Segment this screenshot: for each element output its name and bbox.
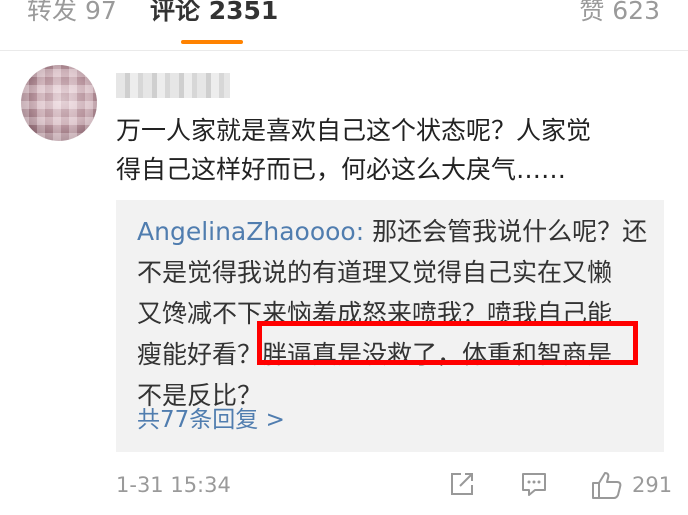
comment-line: 得自己这样好而已，何必这么大戾气……: [116, 155, 567, 184]
reply-button[interactable]: [520, 470, 550, 502]
reply-line: 不是觉得我说的有道理又觉得自己实在又懒: [137, 258, 613, 287]
comment-line: 万一人家就是喜欢自己这个状态呢？人家觉: [116, 116, 592, 145]
tab-comments[interactable]: 评论 2351: [150, 0, 278, 28]
active-tab-indicator: [181, 40, 243, 44]
comment-timestamp: 1-31 15:34: [116, 473, 231, 497]
like-button[interactable]: 291: [590, 470, 673, 502]
share-icon: [448, 470, 478, 498]
tab-bar: 转发 97 评论 2351 赞 623: [0, 0, 688, 50]
tab-repost[interactable]: 转发 97: [27, 0, 117, 28]
reply-author-link[interactable]: AngelinaZhaoooo:: [137, 217, 364, 246]
like-count: 291: [632, 473, 673, 497]
avatar[interactable]: [21, 65, 97, 141]
username-blurred[interactable]: [116, 73, 230, 98]
reply-line: AngelinaZhaoooo: 那还会管我说什么呢？还: [137, 211, 657, 252]
tab-likes[interactable]: 赞 623: [579, 0, 660, 28]
highlight-annotation-box: [257, 321, 638, 365]
more-replies-link[interactable]: 共77条回复 >: [137, 404, 285, 436]
reply-text: AngelinaZhaoooo: 那还会管我说什么呢？还 不是觉得我说的有道理又…: [137, 211, 657, 416]
divider: [0, 50, 688, 51]
reply-icon: [520, 470, 550, 498]
comment-text: 万一人家就是喜欢自己这个状态呢？人家觉 得自己这样好而已，何必这么大戾气……: [116, 111, 661, 189]
reply-line-text: 那还会管我说什么呢？还: [364, 217, 648, 246]
share-button[interactable]: [448, 470, 478, 502]
